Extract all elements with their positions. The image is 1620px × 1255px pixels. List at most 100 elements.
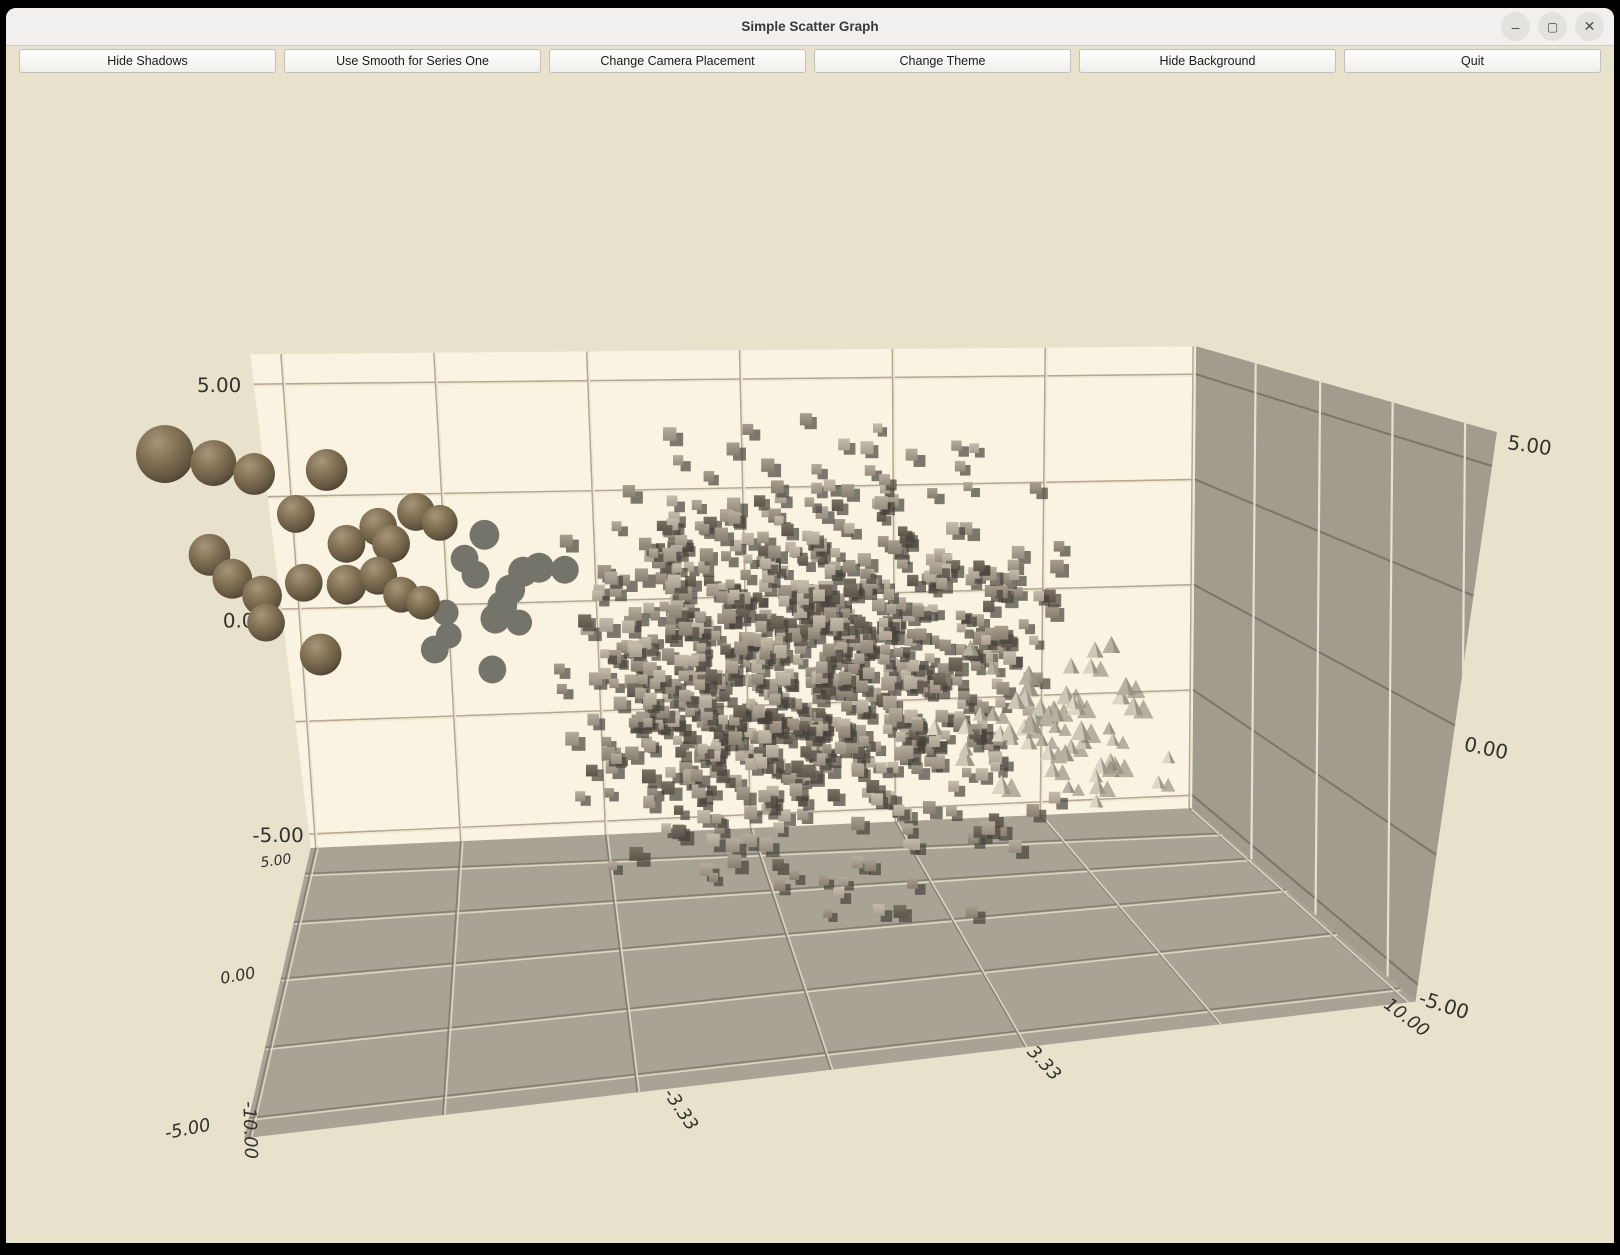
cube-point[interactable] — [599, 668, 610, 679]
cube-point[interactable] — [781, 524, 793, 536]
cube-point[interactable] — [691, 770, 703, 782]
cube-point[interactable] — [650, 678, 661, 689]
cube-point[interactable] — [1008, 560, 1019, 571]
cube-point[interactable] — [883, 725, 892, 734]
cube-point[interactable] — [983, 601, 994, 612]
cube-point[interactable] — [824, 479, 836, 491]
cube-point[interactable] — [706, 669, 717, 680]
cube-point[interactable] — [760, 559, 771, 570]
cube-point[interactable] — [733, 705, 745, 717]
quit-button[interactable]: Quit — [1344, 49, 1601, 73]
cube-point[interactable] — [602, 737, 612, 747]
cube-point[interactable] — [883, 589, 894, 600]
cube-point[interactable] — [833, 519, 845, 531]
cube-point[interactable] — [679, 690, 691, 702]
cube-point[interactable] — [726, 579, 735, 588]
cube-point[interactable] — [889, 708, 903, 722]
cube-point[interactable] — [813, 615, 825, 627]
cube-point[interactable] — [860, 441, 873, 454]
cube-point[interactable] — [936, 710, 948, 722]
cube-point[interactable] — [789, 870, 799, 880]
cube-point[interactable] — [1019, 619, 1029, 629]
cube-point[interactable] — [1003, 652, 1016, 665]
cube-point[interactable] — [800, 413, 812, 425]
cube-point[interactable] — [969, 443, 979, 453]
cube-point[interactable] — [844, 523, 855, 534]
cube-point[interactable] — [913, 605, 925, 617]
cube-point[interactable] — [1033, 591, 1044, 602]
cube-point[interactable] — [742, 533, 754, 545]
cube-point[interactable] — [841, 484, 854, 497]
cube-point[interactable] — [625, 747, 638, 760]
cube-point[interactable] — [635, 568, 648, 581]
cube-point[interactable] — [881, 677, 894, 691]
cube-point[interactable] — [835, 742, 847, 754]
cube-point[interactable] — [711, 631, 720, 640]
cube-point[interactable] — [688, 655, 699, 666]
cube-point[interactable] — [700, 548, 713, 561]
cube-point[interactable] — [830, 618, 843, 631]
cube-point[interactable] — [844, 584, 857, 598]
cube-point[interactable] — [973, 560, 984, 571]
cube-point[interactable] — [766, 745, 779, 758]
cube-point[interactable] — [879, 618, 888, 627]
scatter-3d-canvas[interactable]: 5.000.00-5.005.000.00-5.005.000.00-5.00-… — [6, 77, 1614, 1243]
titlebar[interactable]: Simple Scatter Graph – ▢ ✕ — [6, 8, 1614, 46]
cube-point[interactable] — [698, 744, 708, 754]
cube-point[interactable] — [629, 847, 643, 861]
cube-point[interactable] — [753, 706, 765, 718]
cube-point[interactable] — [662, 648, 674, 661]
cube-point[interactable] — [823, 909, 832, 918]
cube-point[interactable] — [716, 591, 728, 603]
cube-point[interactable] — [774, 880, 785, 891]
cube-point[interactable] — [898, 526, 908, 536]
cube-point[interactable] — [1054, 541, 1065, 552]
cube-point[interactable] — [941, 730, 950, 739]
cube-point[interactable] — [695, 611, 706, 622]
cube-point[interactable] — [856, 700, 869, 713]
cube-point[interactable] — [838, 726, 850, 738]
cube-point[interactable] — [876, 762, 886, 773]
cube-point[interactable] — [661, 823, 671, 833]
cube-point[interactable] — [609, 679, 618, 688]
cube-point[interactable] — [902, 823, 913, 834]
cube-point[interactable] — [699, 524, 710, 535]
cube-point[interactable] — [831, 548, 840, 557]
cube-point[interactable] — [955, 461, 966, 472]
cube-point[interactable] — [985, 585, 997, 597]
sphere-point[interactable] — [306, 449, 348, 491]
cube-point[interactable] — [982, 821, 995, 834]
cube-point[interactable] — [557, 684, 567, 694]
cube-point[interactable] — [649, 548, 658, 557]
cube-point[interactable] — [833, 888, 844, 899]
cube-point[interactable] — [742, 424, 753, 435]
cube-point[interactable] — [712, 814, 721, 823]
cube-point[interactable] — [699, 695, 711, 707]
cube-point[interactable] — [770, 694, 781, 705]
cube-point[interactable] — [873, 904, 885, 916]
cube-point[interactable] — [756, 621, 767, 632]
cube-point[interactable] — [819, 875, 829, 885]
close-button[interactable]: ✕ — [1575, 12, 1604, 41]
cube-point[interactable] — [981, 635, 990, 644]
cube-point[interactable] — [759, 838, 773, 852]
cube-point[interactable] — [612, 521, 622, 531]
cube-point[interactable] — [587, 714, 599, 726]
cube-point[interactable] — [791, 761, 803, 774]
cube-point[interactable] — [744, 806, 757, 819]
cube-point[interactable] — [718, 715, 727, 724]
cube-point[interactable] — [673, 455, 683, 465]
cube-point[interactable] — [949, 657, 963, 671]
cube-point[interactable] — [811, 483, 822, 494]
sphere-point[interactable] — [277, 495, 315, 533]
cube-point[interactable] — [909, 838, 921, 850]
sphere-point[interactable] — [285, 564, 323, 602]
cube-point[interactable] — [697, 643, 706, 652]
cube-point[interactable] — [758, 730, 771, 743]
cube-point[interactable] — [994, 626, 1008, 640]
cube-point[interactable] — [956, 611, 965, 620]
cube-point[interactable] — [783, 773, 795, 785]
cube-point[interactable] — [771, 616, 784, 629]
cube-point[interactable] — [771, 480, 784, 493]
cube-point[interactable] — [1027, 804, 1040, 817]
